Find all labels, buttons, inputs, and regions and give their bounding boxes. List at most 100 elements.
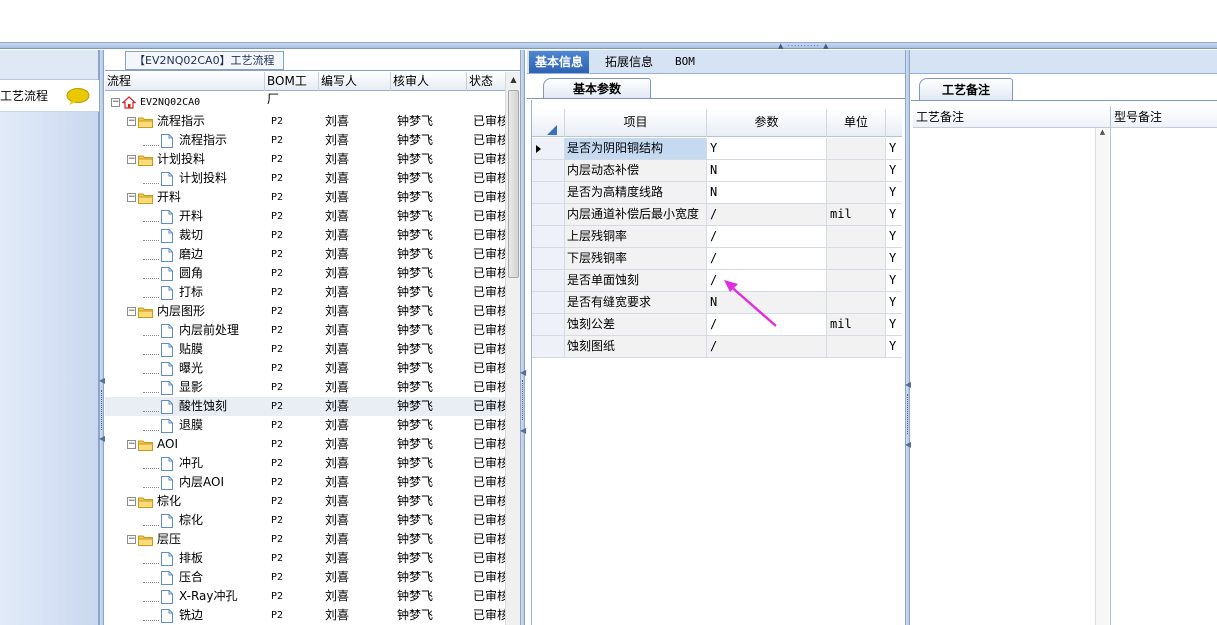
tab-basic-params[interactable]: 基本参数	[543, 78, 651, 98]
left-vertical-splitter[interactable]: ◀ ◀	[99, 50, 105, 625]
param-value-cell[interactable]: N	[707, 160, 827, 181]
select-all-icon[interactable]	[547, 125, 557, 135]
tree-row[interactable]: − AOI P2 刘喜 钟梦飞 已审核	[105, 435, 505, 454]
tab-extended-info[interactable]: 拓展信息	[599, 51, 659, 73]
tree-row[interactable]: − 层压 P2 刘喜 钟梦飞 已审核	[105, 530, 505, 549]
collapse-node-icon[interactable]: −	[127, 440, 136, 449]
tree-cell-factory: P2	[271, 211, 284, 222]
scroll-up-icon[interactable]: ▲	[506, 72, 521, 88]
tree-cell-reviewer: 钟梦飞	[397, 247, 434, 261]
top-splitter[interactable]: ▲ ·········· ▲	[0, 42, 1217, 50]
row-header-cell[interactable]	[532, 248, 565, 269]
collapse-node-icon[interactable]: −	[127, 535, 136, 544]
tree-row[interactable]: 棕化 P2 刘喜 钟梦飞 已审核	[105, 511, 505, 530]
tab-basic-info[interactable]: 基本信息	[529, 51, 590, 73]
tree-row[interactable]: − 计划投料 P2 刘喜 钟梦飞 已审核	[105, 150, 505, 169]
param-row[interactable]: 下层残铜率 / Y	[532, 248, 902, 270]
row-header-cell[interactable]	[532, 336, 565, 357]
tree-row[interactable]: X-Ray冲孔 P2 刘喜 钟梦飞 已审核	[105, 587, 505, 606]
col-header-param[interactable]: 参数	[707, 109, 827, 137]
tree-row[interactable]: 计划投料 P2 刘喜 钟梦飞 已审核	[105, 169, 505, 188]
col-header-reviewer[interactable]: 核审人	[391, 72, 467, 91]
param-value-cell[interactable]: N	[707, 182, 827, 203]
tree-row[interactable]: 压合 P2 刘喜 钟梦飞 已审核	[105, 568, 505, 587]
row-header-cell[interactable]	[532, 182, 565, 203]
model-remark-textarea[interactable]	[1111, 128, 1217, 625]
row-header-cell[interactable]	[532, 204, 565, 225]
tab-process-remarks[interactable]: 工艺备注	[919, 78, 1013, 100]
collapse-node-icon[interactable]: −	[127, 155, 136, 164]
remark-scrollbar[interactable]: ▲	[1095, 128, 1109, 625]
tree-row[interactable]: 曝光 P2 刘喜 钟梦飞 已审核	[105, 359, 505, 378]
collapse-node-icon[interactable]: −	[127, 117, 136, 126]
tree-row[interactable]: 贴膜 P2 刘喜 钟梦飞 已审核	[105, 340, 505, 359]
tree-row[interactable]: 内层前处理 P2 刘喜 钟梦飞 已审核	[105, 321, 505, 340]
right-vertical-splitter[interactable]: ◀ ◀	[905, 50, 911, 625]
tree-row[interactable]: 圆角 P2 刘喜 钟梦飞 已审核	[105, 264, 505, 283]
col-header-item[interactable]: 项目	[565, 109, 707, 137]
param-flag-cell: Y	[886, 270, 902, 291]
tree-vertical-scrollbar[interactable]: ▲	[505, 72, 520, 625]
collapse-tree-icon-2[interactable]: ◀	[520, 426, 526, 435]
tree-row[interactable]: 冲孔 P2 刘喜 钟梦飞 已审核	[105, 454, 505, 473]
param-value-cell[interactable]: /	[707, 204, 827, 225]
row-header-cell[interactable]	[532, 270, 565, 291]
tree-row[interactable]: 内层AOI P2 刘喜 钟梦飞 已审核	[105, 473, 505, 492]
param-value-cell[interactable]: Y	[707, 138, 827, 159]
row-header-cell[interactable]	[532, 314, 565, 335]
scroll-thumb[interactable]	[508, 90, 519, 278]
tree-row[interactable]: − 内层图形 P2 刘喜 钟梦飞 已审核	[105, 302, 505, 321]
param-row[interactable]: 是否为阴阳铜结构 Y Y	[532, 138, 902, 160]
param-flag-cell: Y	[886, 138, 902, 159]
param-row[interactable]: 上层残铜率 / Y	[532, 226, 902, 248]
param-row[interactable]: 蚀刻图纸 / Y	[532, 336, 902, 358]
param-value-cell[interactable]: /	[707, 226, 827, 247]
tree-cell-author: 刘喜	[325, 380, 350, 394]
col-header-status[interactable]: 状态	[467, 72, 505, 91]
tree-row[interactable]: 打标 P2 刘喜 钟梦飞 已审核	[105, 283, 505, 302]
tree-row[interactable]: − 开料 P2 刘喜 钟梦飞 已审核	[105, 188, 505, 207]
row-header-cell[interactable]	[532, 138, 565, 159]
col-header-bom-factory[interactable]: BOM工厂	[265, 72, 319, 106]
tree-cell-reviewer: 钟梦飞	[397, 152, 434, 166]
tree-row[interactable]: − 流程指示 P2 刘喜 钟梦飞 已审核	[105, 112, 505, 131]
tree-cell-factory: P2	[271, 477, 284, 488]
tree-row[interactable]: 铣边 P2 刘喜 钟梦飞 已审核	[105, 606, 505, 625]
param-row[interactable]: 内层动态补偿 N Y	[532, 160, 902, 182]
row-header-cell[interactable]	[532, 160, 565, 181]
row-header-cell[interactable]	[532, 292, 565, 313]
process-remark-textarea[interactable]	[913, 128, 1111, 625]
param-row[interactable]: 内层通道补偿后最小宽度 / mil Y	[532, 204, 902, 226]
tree-row[interactable]: 磨边 P2 刘喜 钟梦飞 已审核	[105, 245, 505, 264]
tab-bom[interactable]: BOM	[669, 51, 701, 73]
tree-row[interactable]: 开料 P2 刘喜 钟梦飞 已审核	[105, 207, 505, 226]
param-value-cell[interactable]: /	[707, 248, 827, 269]
nav-item-process-flow[interactable]: 工艺流程	[0, 80, 99, 112]
tree-row[interactable]: 排板 P2 刘喜 钟梦飞 已审核	[105, 549, 505, 568]
param-unit-cell	[827, 182, 886, 203]
tree-row[interactable]: − EV2NQ02CA0	[105, 93, 505, 112]
middle-vertical-splitter[interactable]: ◀ ◀	[520, 50, 526, 625]
tree-row[interactable]: 显影 P2 刘喜 钟梦飞 已审核	[105, 378, 505, 397]
folder-icon	[138, 193, 153, 204]
col-header-unit[interactable]: 单位	[827, 109, 886, 137]
tree-row[interactable]: 退膜 P2 刘喜 钟梦飞 已审核	[105, 416, 505, 435]
col-header-author[interactable]: 编写人	[319, 72, 391, 91]
param-row[interactable]: 是否为高精度线路 N Y	[532, 182, 902, 204]
col-header-flow[interactable]: 流程	[105, 72, 265, 91]
row-header-cell[interactable]	[532, 226, 565, 247]
collapse-node-icon[interactable]: −	[127, 193, 136, 202]
tree-cell-status: 已审核	[473, 380, 505, 394]
param-item-cell: 是否为高精度线路	[565, 182, 707, 203]
collapse-tree-icon[interactable]: ◀	[520, 368, 526, 377]
tree-row[interactable]: 裁切 P2 刘喜 钟梦飞 已审核	[105, 226, 505, 245]
collapse-node-icon[interactable]: −	[127, 307, 136, 316]
tree-row[interactable]: 流程指示 P2 刘喜 钟梦飞 已审核	[105, 131, 505, 150]
remark-scroll-up-icon[interactable]: ▲	[1100, 128, 1105, 136]
tree-row[interactable]: − 棕化 P2 刘喜 钟梦飞 已审核	[105, 492, 505, 511]
splitter-grip-icon[interactable]: ▲ ·········· ▲	[778, 43, 829, 50]
param-value-cell[interactable]: /	[707, 336, 827, 357]
tree-row[interactable]: 酸性蚀刻 P2 刘喜 钟梦飞 已审核	[105, 397, 505, 416]
collapse-node-icon[interactable]: −	[111, 98, 120, 107]
collapse-node-icon[interactable]: −	[127, 497, 136, 506]
